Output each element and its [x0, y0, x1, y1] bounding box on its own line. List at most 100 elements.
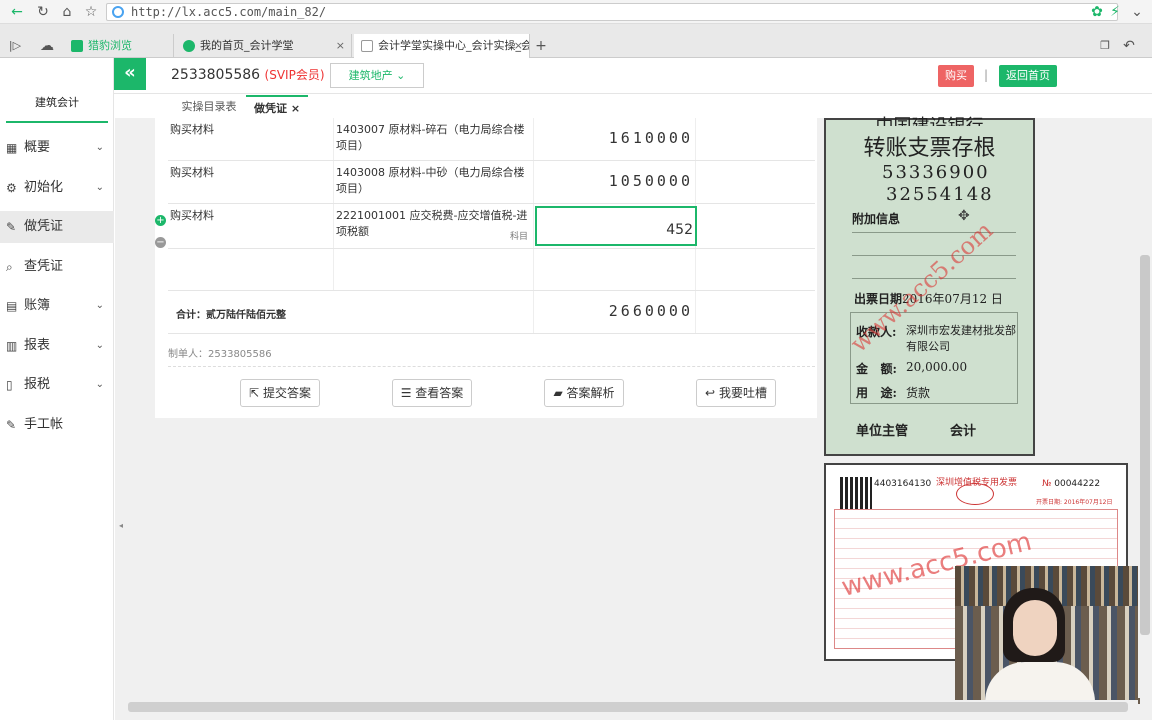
horizontal-scroll-thumb[interactable] — [128, 702, 1128, 712]
check-code-1: 53336900 — [882, 162, 990, 183]
chevron-down-icon[interactable]: ⌄ — [1128, 3, 1146, 21]
refresh-icon[interactable]: ↻ — [34, 3, 52, 21]
sidebar-item-3[interactable]: ✎ 做凭证 — [0, 211, 114, 243]
buy-button[interactable]: 购买 — [938, 65, 974, 87]
pen-icon: ✎ — [6, 417, 17, 432]
url-input[interactable]: http://lx.acc5.com/main_82/ — [106, 3, 1118, 21]
close-icon[interactable]: × — [291, 102, 300, 115]
check-code-2: 32554148 — [886, 184, 994, 205]
button-label: 答案解析 — [566, 386, 615, 400]
sidebar-brand: 建筑会计 — [35, 96, 79, 109]
sidebar-item-label: 做凭证 — [24, 219, 64, 234]
industry-value: 建筑地产 — [348, 69, 393, 82]
tab-current[interactable]: 会计学堂实操中心_会计实操_会 × — [354, 34, 530, 58]
debit-cell[interactable]: 1610000 — [534, 118, 696, 160]
globe-icon — [112, 6, 124, 18]
sidebar-item-label: 报税 — [24, 377, 51, 392]
add-row-icon[interactable]: + — [155, 215, 166, 226]
header-separator: | — [984, 68, 989, 82]
credit-cell[interactable] — [696, 118, 815, 160]
voucher-maker: 制单人：2533805586 — [168, 349, 272, 360]
account-cell[interactable]: 1403008 原材料-中砂（电力局综合楼项目） — [334, 161, 534, 203]
chevron-down-icon: ⌄ — [95, 181, 104, 193]
user-info: 2533805586 (SVIP会员) — [171, 66, 325, 83]
person-face — [1013, 600, 1057, 656]
credit-cell[interactable] — [696, 249, 815, 290]
back-icon[interactable]: ← — [8, 3, 26, 21]
remove-row-icon[interactable]: − — [155, 237, 166, 248]
submit-answer-button[interactable]: ⇱ 提交答案 — [240, 379, 320, 407]
account-cell[interactable] — [334, 249, 534, 290]
industry-select[interactable]: 建筑地产 ⌄ — [330, 63, 424, 88]
tab-liebao[interactable]: 猎豹浏览 — [64, 34, 174, 58]
use-label: 用 途: — [856, 386, 897, 400]
debit-cell[interactable]: 1050000 — [534, 161, 696, 203]
sidebar-item-1[interactable]: ▦ 概要 ⌄ — [0, 132, 114, 164]
button-label: 提交答案 — [262, 386, 311, 400]
tab-home[interactable]: 我的首页_会计学堂 × — [176, 34, 352, 58]
reply-icon: ↩ — [705, 386, 716, 400]
collapse-sidebar-button[interactable]: « — [114, 58, 146, 90]
tab-practice-index[interactable]: 实操目录表 — [176, 96, 242, 118]
debit-input-value: 452 — [666, 222, 693, 238]
phone-icon — [71, 40, 83, 52]
account-cell[interactable]: 2221001001 应交税费-应交增值税-进项税额 — [334, 204, 534, 248]
database-icon: ☰ — [400, 386, 412, 400]
scroll-left-arrow-icon[interactable]: ◂ — [119, 521, 123, 530]
summary-cell[interactable]: 购买材料 — [168, 204, 334, 248]
vip-badge: (SVIP会员) — [264, 68, 325, 82]
tab-make-voucher[interactable]: 做凭证 × — [246, 95, 308, 119]
star-icon[interactable]: ☆ — [82, 3, 100, 21]
sidebar-item-4[interactable]: ⌕ 查凭证 — [0, 251, 114, 283]
tabbar-gap — [0, 24, 1152, 34]
book-icon: ▤ — [6, 299, 18, 313]
answer-analysis-button[interactable]: ▰ 答案解析 — [544, 379, 624, 407]
summary-cell[interactable]: 购买材料 — [168, 118, 334, 160]
table-row: 购买材料 2221001001 应交税费-应交增值税-进项税额 — [168, 204, 815, 249]
cloud-icon[interactable]: ☁ — [38, 37, 56, 55]
sidebar-item-8[interactable]: ✎ 手工帐 — [0, 409, 114, 441]
tab-label: 我的首页_会计学堂 — [200, 39, 294, 52]
home-icon[interactable]: ⌂ — [58, 3, 76, 21]
new-tab-icon[interactable]: + — [532, 37, 550, 55]
sidebar-item-label: 初始化 — [24, 179, 64, 195]
restore-icon[interactable]: ❐ — [1096, 37, 1114, 55]
account-hint: 科目 — [510, 232, 529, 242]
summary-cell[interactable] — [168, 249, 334, 290]
chevron-down-icon: ⌄ — [95, 142, 104, 153]
tab-label: 会计学堂实操中心_会计实操_会 — [378, 39, 530, 52]
sidebar-item-label: 手工帐 — [24, 416, 64, 432]
credit-cell[interactable] — [696, 161, 815, 203]
sidebar-toggle-icon[interactable]: |▷ — [6, 37, 24, 55]
sidebar-item-2[interactable]: ⚙ 初始化 ⌄ — [0, 172, 114, 204]
feedback-button[interactable]: ↩ 我要吐槽 — [696, 379, 776, 407]
chevron-down-icon: ⌄ — [95, 339, 104, 351]
close-icon[interactable]: × — [336, 34, 345, 58]
sidebar-item-7[interactable]: ▯ 报税 ⌄ — [0, 369, 114, 401]
return-home-button[interactable]: 返回首页 — [999, 65, 1057, 87]
refresh-status-icon[interactable]: ✿ — [1088, 3, 1106, 21]
brand-underline — [6, 121, 108, 123]
browser-address-bar: ← ↻ ⌂ ☆ http://lx.acc5.com/main_82/ ✿ ⚡ … — [0, 0, 1152, 24]
total-debit-cell: 2660000 — [534, 291, 696, 333]
chevron-down-icon: ⌄ — [95, 379, 104, 390]
undo-icon[interactable]: ↶ — [1120, 37, 1138, 55]
invoice-code: 4403164130 — [874, 479, 932, 489]
summary-cell[interactable]: 购买材料 — [168, 161, 334, 203]
sidebar-item-5[interactable]: ▤ 账簿 ⌄ — [0, 290, 114, 322]
view-answer-button[interactable]: ☰ 查看答案 — [392, 379, 472, 407]
search-icon: ⌕ — [6, 259, 13, 274]
debit-input-active[interactable]: 452 — [535, 206, 697, 246]
table-row — [168, 249, 815, 291]
account-cell[interactable]: 1403007 原材料-碎石（电力局综合楼项目） — [334, 118, 534, 160]
lightning-icon[interactable]: ⚡ — [1106, 3, 1124, 21]
close-icon[interactable]: × — [514, 34, 523, 58]
footer-accountant: 会计 — [950, 424, 977, 439]
sidebar-item-label: 查凭证 — [24, 258, 64, 274]
credit-cell[interactable] — [696, 204, 815, 248]
sidebar-item-6[interactable]: ▥ 报表 ⌄ — [0, 330, 114, 362]
vertical-scroll-thumb[interactable] — [1140, 255, 1150, 635]
tab-label: 做凭证 — [253, 102, 287, 115]
file-icon: ▯ — [6, 378, 13, 392]
debit-cell[interactable] — [534, 249, 696, 290]
